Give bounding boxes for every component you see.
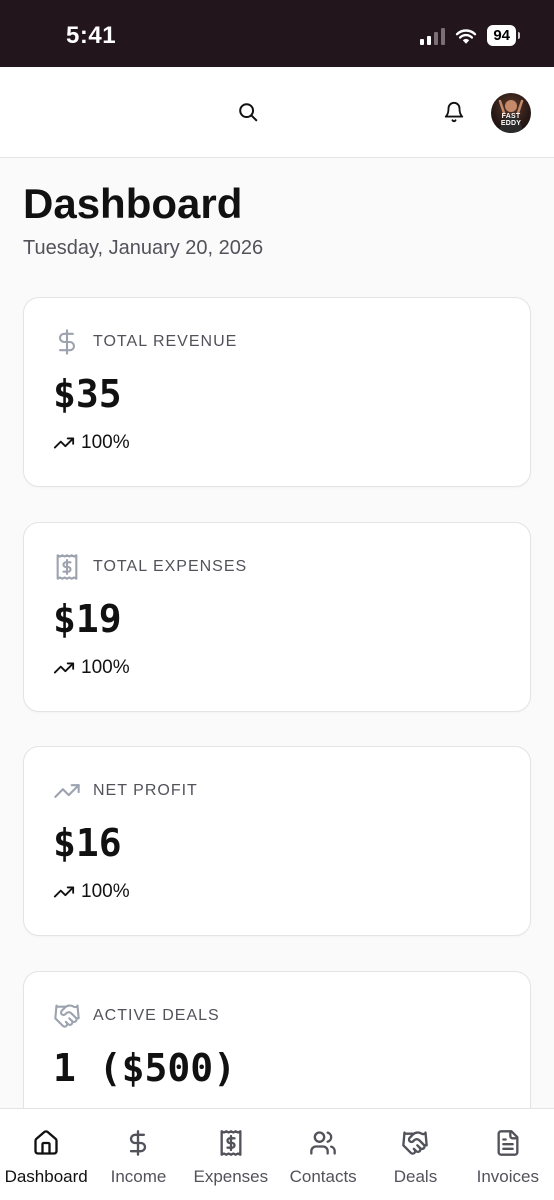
wifi-icon bbox=[456, 28, 477, 44]
card-label: NET PROFIT bbox=[93, 782, 198, 799]
card-trend: 100% bbox=[53, 432, 130, 454]
nav-item-dashboard[interactable]: Dashboard bbox=[0, 1109, 92, 1200]
nav-label: Expenses bbox=[193, 1167, 269, 1186]
nav-item-contacts[interactable]: Contacts bbox=[277, 1109, 369, 1200]
handshake-icon bbox=[402, 1131, 429, 1155]
trending-up-icon bbox=[54, 784, 80, 798]
search-button[interactable] bbox=[233, 97, 263, 127]
card-trend-value: 100% bbox=[81, 657, 130, 678]
card-trend: 100% bbox=[53, 657, 130, 679]
top-header: FAST EDDY bbox=[0, 67, 554, 158]
bottom-nav: Dashboard Income Expenses Contacts Deals… bbox=[0, 1108, 554, 1200]
receipt-icon bbox=[220, 1130, 242, 1156]
card-trend: 100% bbox=[53, 881, 130, 903]
card-value: $19 bbox=[53, 597, 122, 641]
status-bar: 5:41 94 bbox=[0, 0, 554, 67]
dollar-icon bbox=[58, 329, 76, 355]
page-title: Dashboard bbox=[23, 180, 243, 227]
status-time: 5:41 bbox=[66, 22, 117, 49]
card-label: TOTAL EXPENSES bbox=[93, 558, 248, 575]
card-value: $35 bbox=[53, 372, 122, 416]
card-trend-value: 100% bbox=[81, 432, 130, 453]
nav-item-income[interactable]: Income bbox=[92, 1109, 184, 1200]
nav-item-expenses[interactable]: Expenses bbox=[185, 1109, 277, 1200]
battery-indicator: 94 bbox=[487, 25, 520, 46]
dollar-icon bbox=[130, 1130, 147, 1156]
card-label: ACTIVE DEALS bbox=[93, 1007, 220, 1024]
cellular-signal-icon bbox=[420, 27, 446, 45]
search-icon bbox=[239, 103, 258, 122]
stat-card-total-revenue[interactable]: TOTAL REVENUE $35 100% bbox=[23, 297, 531, 487]
document-icon bbox=[497, 1130, 519, 1156]
nav-label: Invoices bbox=[476, 1167, 539, 1186]
trending-up-icon bbox=[53, 437, 75, 449]
nav-item-invoices[interactable]: Invoices bbox=[462, 1109, 554, 1200]
nav-label: Dashboard bbox=[4, 1167, 88, 1186]
card-label: TOTAL REVENUE bbox=[93, 333, 238, 350]
card-trend-value: 100% bbox=[81, 881, 130, 902]
page-date: Tuesday, January 20, 2026 bbox=[23, 237, 264, 259]
status-icons: 94 bbox=[420, 25, 520, 46]
handshake-icon bbox=[54, 1004, 80, 1028]
card-value: $16 bbox=[53, 821, 122, 865]
avatar[interactable]: FAST EDDY bbox=[491, 93, 531, 133]
nav-label: Income bbox=[110, 1167, 167, 1186]
notifications-button[interactable] bbox=[439, 97, 469, 127]
nav-label: Deals bbox=[393, 1167, 438, 1186]
avatar-text: FAST EDDY bbox=[500, 113, 522, 127]
home-icon bbox=[34, 1130, 58, 1155]
stat-card-total-expenses[interactable]: TOTAL EXPENSES $19 100% bbox=[23, 522, 531, 712]
card-value: 1 ($500) bbox=[53, 1046, 237, 1090]
users-icon bbox=[310, 1131, 336, 1155]
trending-up-icon bbox=[53, 662, 75, 674]
nav-item-deals[interactable]: Deals bbox=[369, 1109, 461, 1200]
nav-label: Contacts bbox=[289, 1167, 357, 1186]
trending-up-icon bbox=[53, 886, 75, 898]
receipt-icon bbox=[56, 554, 78, 580]
stat-card-net-profit[interactable]: NET PROFIT $16 100% bbox=[23, 746, 531, 936]
bell-icon bbox=[444, 102, 464, 123]
